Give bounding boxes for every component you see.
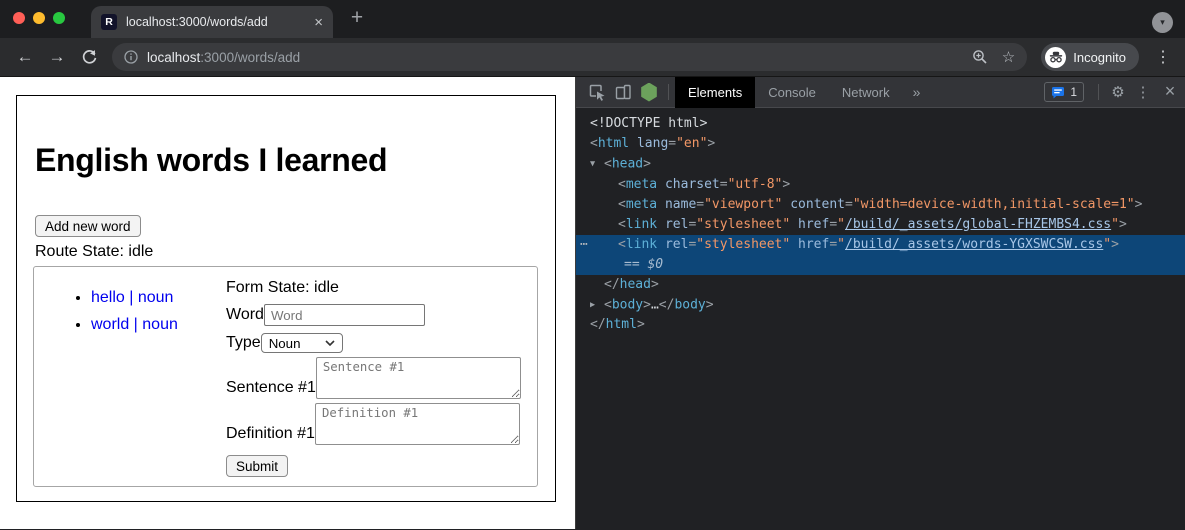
- code-line[interactable]: <link rel="stylesheet" href="/build/_ass…: [576, 215, 1185, 235]
- expand-arrow-closed-icon[interactable]: ▶: [590, 295, 604, 315]
- browser-toolbar: ← → localhost :3000/words/add: [0, 38, 1185, 77]
- page-title: English words I learned: [35, 142, 387, 179]
- devtools-menu-button[interactable]: ⋮: [1131, 83, 1155, 101]
- code-line[interactable]: </head>: [576, 275, 1185, 295]
- window-zoom-button[interactable]: [53, 12, 65, 24]
- tab-search-button[interactable]: ▾: [1152, 12, 1173, 33]
- site-info-icon[interactable]: [124, 50, 138, 64]
- device-icon: [614, 83, 632, 101]
- form-state-text: Form State: idle: [226, 279, 521, 297]
- issues-button[interactable]: 1: [1044, 82, 1084, 102]
- devtools-actions: 1 ⚙ ⋮ ×: [1044, 81, 1185, 104]
- content-area: English words I learned Add new word Rou…: [0, 77, 1185, 529]
- type-select[interactable]: Noun: [261, 333, 343, 353]
- code-line[interactable]: <meta name="viewport" content="width=dev…: [576, 195, 1185, 215]
- address-path: :3000/words/add: [200, 50, 300, 65]
- remix-favicon-icon: R: [101, 14, 117, 30]
- tab-close-icon[interactable]: ×: [314, 15, 323, 30]
- more-tabs-button[interactable]: »: [903, 84, 931, 100]
- word-input[interactable]: [264, 304, 425, 326]
- window-minimize-button[interactable]: [33, 12, 45, 24]
- line-options-icon[interactable]: ⋯: [580, 235, 587, 255]
- issues-bubble-icon: [1051, 86, 1065, 99]
- tab-network[interactable]: Network: [829, 77, 903, 108]
- word-list: hello | noun world | noun: [34, 289, 178, 343]
- devtools-close-icon[interactable]: ×: [1155, 81, 1185, 104]
- omnibox-actions: ☆: [972, 48, 1015, 66]
- new-tab-button[interactable]: +: [344, 5, 370, 31]
- forward-button[interactable]: →: [44, 44, 70, 70]
- code-line[interactable]: ▼<head>: [576, 154, 1185, 175]
- word-link-hello[interactable]: hello | noun: [91, 289, 173, 306]
- inspect-element-button[interactable]: [584, 79, 610, 105]
- words-panel: hello | noun world | noun Form State: id…: [33, 266, 538, 487]
- window-controls: [13, 12, 65, 24]
- add-new-word-button[interactable]: Add new word: [35, 215, 141, 237]
- address-bar[interactable]: localhost :3000/words/add ☆: [112, 43, 1027, 71]
- code-line[interactable]: <meta charset="utf-8">: [576, 175, 1185, 195]
- code-line[interactable]: ▶<body>…</body>: [576, 295, 1185, 316]
- zoom-icon[interactable]: [972, 49, 988, 65]
- settings-gear-icon[interactable]: ⚙: [1105, 83, 1131, 101]
- reload-icon: [81, 49, 98, 66]
- code-line[interactable]: <!DOCTYPE html>: [576, 114, 1185, 134]
- browser-tab[interactable]: R localhost:3000/words/add ×: [91, 6, 333, 38]
- bookmark-star-icon[interactable]: ☆: [1002, 48, 1015, 66]
- expand-arrow-open-icon[interactable]: ▼: [590, 154, 604, 174]
- node-extension-icon[interactable]: [636, 79, 662, 105]
- devtools-toolbar: Elements Console Network » 1: [576, 77, 1185, 108]
- type-select-value: Noun: [269, 336, 301, 351]
- code-line[interactable]: </html>: [576, 315, 1185, 335]
- inspect-cursor-icon: [588, 83, 606, 101]
- toolbar-divider: [668, 84, 669, 100]
- window-close-button[interactable]: [13, 12, 25, 24]
- reload-button[interactable]: [76, 44, 102, 70]
- word-link-world[interactable]: world | noun: [91, 316, 178, 333]
- sentence-textarea[interactable]: [316, 357, 521, 399]
- toolbar-divider: [1098, 84, 1099, 100]
- app-container: English words I learned Add new word Rou…: [16, 95, 556, 502]
- definition-textarea[interactable]: [315, 403, 520, 445]
- route-state-text: Route State: idle: [35, 243, 153, 261]
- device-toolbar-button[interactable]: [610, 79, 636, 105]
- address-host: localhost: [147, 50, 200, 65]
- code-line[interactable]: == $0: [576, 255, 1185, 275]
- definition-label: Definition #1: [226, 425, 315, 445]
- devtools-panel: Elements Console Network » 1: [575, 77, 1185, 529]
- tab-console[interactable]: Console: [755, 77, 829, 108]
- list-item: world | noun: [91, 316, 178, 334]
- incognito-label: Incognito: [1073, 50, 1126, 65]
- incognito-icon: [1045, 47, 1066, 68]
- web-page: English words I learned Add new word Rou…: [0, 77, 575, 529]
- sentence-label: Sentence #1: [226, 379, 316, 399]
- back-button[interactable]: ←: [12, 44, 38, 70]
- tab-title: localhost:3000/words/add: [126, 15, 305, 29]
- tab-elements[interactable]: Elements: [675, 77, 755, 108]
- add-word-form: Form State: idle Word Type Noun: [226, 267, 521, 477]
- list-item: hello | noun: [91, 289, 178, 307]
- issues-count: 1: [1070, 85, 1077, 99]
- browser-menu-button[interactable]: ⋮: [1153, 47, 1173, 67]
- word-label: Word: [226, 306, 264, 324]
- tab-strip: R localhost:3000/words/add × + ▾: [0, 0, 1185, 38]
- devtools-code: <!DOCTYPE html><html lang="en">▼<head><m…: [576, 108, 1185, 529]
- incognito-badge: Incognito: [1041, 43, 1139, 71]
- chevron-down-icon: [325, 340, 335, 346]
- code-line[interactable]: ⋯<link rel="stylesheet" href="/build/_as…: [576, 235, 1185, 255]
- type-label: Type: [226, 334, 261, 352]
- browser-window: R localhost:3000/words/add × + ▾ ← → loc…: [0, 0, 1185, 530]
- code-line[interactable]: <html lang="en">: [576, 134, 1185, 154]
- submit-button[interactable]: Submit: [226, 455, 288, 477]
